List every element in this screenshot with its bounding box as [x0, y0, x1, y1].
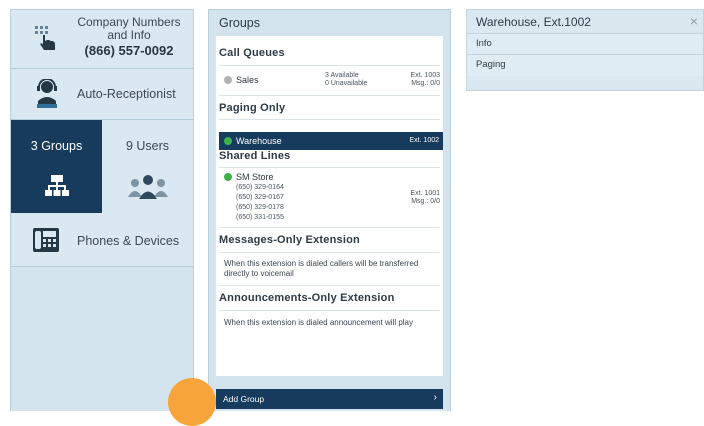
groups-title: Groups	[219, 16, 260, 30]
phones-devices-label: Phones & Devices	[77, 234, 180, 248]
chevron-right-icon: ›	[433, 392, 437, 403]
divider	[219, 95, 440, 96]
sm-store-name: SM Store	[236, 172, 274, 182]
messages-only-description: When this extension is dialed callers wi…	[224, 259, 419, 278]
group-row-warehouse[interactable]: Warehouse Ext. 1002	[219, 132, 443, 150]
sm-store-msg: Msg.: 0/0	[411, 198, 440, 205]
groups-panel: Groups Call Queues Sales 3 Available 0 U…	[208, 9, 451, 411]
paging-label: Paging	[476, 59, 506, 70]
highlight-marker	[168, 378, 216, 426]
sm-store-phone: (650) 329-0167	[236, 194, 284, 201]
detail-row-info[interactable]: Info	[467, 33, 703, 55]
touch-hand-icon	[35, 26, 55, 50]
status-dot-icon	[224, 173, 232, 181]
receptionist-icon	[37, 79, 57, 108]
tab-groups-label: 3 Groups	[30, 139, 83, 153]
sm-store-phone: (650) 329-0164	[236, 184, 284, 191]
tab-users-label: 9 Users	[125, 139, 170, 153]
detail-row-paging[interactable]: Paging	[467, 54, 703, 76]
sales-name: Sales	[236, 75, 259, 85]
warehouse-name: Warehouse	[236, 136, 282, 146]
call-queues-heading: Call Queues	[219, 47, 285, 59]
add-group-button[interactable]: Add Group ›	[216, 389, 443, 409]
org-chart-icon	[45, 175, 69, 196]
company-info-text: Company Numbers and Info (866) 557-0092	[71, 15, 187, 58]
auto-receptionist-label: Auto-Receptionist	[77, 87, 176, 101]
company-line1: Company Numbers	[77, 15, 181, 29]
left-nav: Company Numbers and Info (866) 557-0092 …	[10, 9, 194, 411]
divider	[219, 252, 440, 253]
divider	[219, 310, 440, 311]
status-dot-icon	[224, 137, 232, 145]
tab-groups[interactable]: 3 Groups	[11, 120, 102, 213]
sales-msg: Msg.: 0/0	[411, 80, 440, 87]
group-row-sm-store[interactable]: SM Store (650) 329-0164 (650) 329-0167 (…	[219, 169, 443, 224]
nav-groups-users: 3 Groups 9 Users	[11, 120, 193, 213]
divider	[219, 285, 440, 286]
groups-list: Call Queues Sales 3 Available 0 Unavaila…	[216, 36, 443, 376]
tab-users[interactable]: 9 Users	[102, 120, 193, 213]
close-icon[interactable]: ×	[690, 13, 698, 29]
detail-panel: Warehouse, Ext.1002 × Info Paging	[466, 9, 704, 91]
company-line2: and Info	[107, 28, 151, 42]
add-group-label: Add Group	[223, 394, 265, 404]
status-dot-icon	[224, 76, 232, 84]
sm-store-phone: (650) 329-0178	[236, 204, 284, 211]
desk-phone-icon	[33, 228, 59, 252]
divider	[219, 227, 440, 228]
messages-only-heading: Messages-Only Extension	[219, 234, 360, 246]
nav-phones-devices[interactable]: Phones & Devices	[11, 213, 193, 267]
sm-store-phone: (650) 331-0155	[236, 214, 284, 221]
divider	[219, 119, 440, 120]
shared-lines-heading: Shared Lines	[219, 150, 291, 162]
detail-title: Warehouse, Ext.1002	[476, 15, 591, 29]
announcements-only-heading: Announcements-Only Extension	[219, 292, 395, 304]
info-label: Info	[476, 38, 492, 49]
nav-auto-receptionist[interactable]: Auto-Receptionist	[11, 69, 193, 120]
company-phone: (866) 557-0092	[84, 43, 174, 58]
users-group-icon	[128, 175, 168, 199]
nav-company-numbers[interactable]: Company Numbers and Info (866) 557-0092	[11, 10, 193, 69]
group-row-sales[interactable]: Sales 3 Available 0 Unavailable Ext. 100…	[219, 66, 443, 94]
warehouse-ext: Ext. 1002	[409, 137, 439, 144]
paging-only-heading: Paging Only	[219, 102, 286, 114]
announcements-only-description: When this extension is dialed announceme…	[224, 318, 413, 327]
divider	[219, 167, 440, 168]
sales-unavailable: 0 Unavailable	[325, 80, 368, 87]
